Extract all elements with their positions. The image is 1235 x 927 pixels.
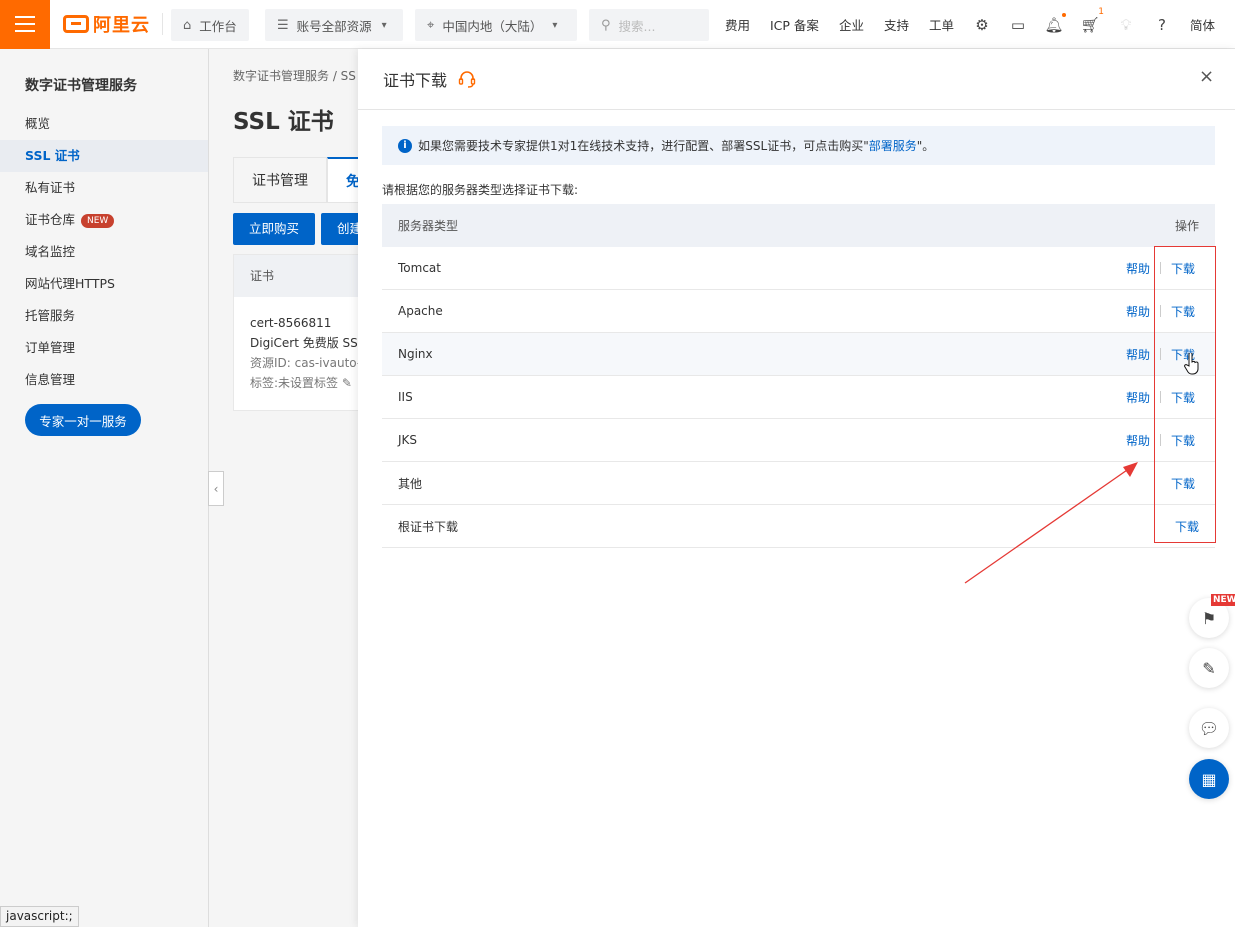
buy-now-button[interactable]: 立即购买 (233, 213, 316, 245)
left-sidebar: 数字证书管理服务 概览 SSL 证书 私有证书 证书仓库 NEW 域名监控 网站代… (0, 49, 209, 927)
chevron-left-icon: ‹ (213, 481, 219, 496)
cert-tag-text: 标签:未设置标签 (250, 376, 339, 390)
help-link[interactable]: 帮助 (1126, 346, 1150, 363)
top-right-links: 费用 ICP 备案 企业 支持 工单 ⚙ ▭ 🔔︎ 🛒︎ 1 💡︎ ? 简体 (725, 0, 1235, 49)
table-row-tomcat: Tomcat 帮助 下载 (382, 247, 1215, 290)
aliyun-logo-icon (63, 15, 89, 33)
lightbulb-icon[interactable]: 💡︎ (1118, 16, 1134, 34)
edit-pencil-icon[interactable]: ✎ (342, 376, 352, 390)
table-row-nginx: Nginx 帮助 下载 (382, 333, 1215, 376)
server-name: Nginx (398, 347, 433, 361)
cert-download-drawer: 证书下载 × i 如果您需要技术专家提供1对1在线技术支持，进行配置、部署SSL… (358, 49, 1235, 927)
terminal-icon[interactable]: ▭ (1010, 16, 1026, 34)
table-row-iis: IIS 帮助 下载 (382, 376, 1215, 419)
notice-prefix: 如果您需要技术专家提供1对1在线技术支持，进行配置、部署SSL证书，可点击购买" (418, 139, 869, 153)
drawer-title: 证书下载 (383, 71, 448, 90)
server-name: Apache (398, 304, 443, 318)
sidebar-item-domain-monitor[interactable]: 域名监控 (0, 236, 208, 268)
breadcrumb[interactable]: 数字证书管理服务 / SS (233, 67, 356, 84)
table-row-apache: Apache 帮助 下载 (382, 290, 1215, 333)
page-title: SSL 证书 (233, 109, 334, 135)
sidebar-item-overview[interactable]: 概览 (0, 108, 208, 140)
hand-cursor-icon (1184, 353, 1199, 375)
pencil-icon: ✎ (1202, 658, 1216, 678)
apps-grid-icon: ▦ (1201, 769, 1217, 789)
annotation-highlight-box (1154, 246, 1216, 543)
sidebar-item-label: 证书仓库 (25, 212, 76, 227)
top-link-support[interactable]: 支持 (884, 15, 909, 34)
chevron-down-icon: ▾ (381, 19, 387, 31)
flag-icon: ⚑ (1201, 608, 1217, 628)
expert-service-button[interactable]: 专家一对一服务 (25, 404, 141, 436)
help-circle-icon[interactable]: ? (1154, 16, 1170, 34)
table-header: 服务器类型 操作 (382, 204, 1215, 247)
chevron-down-icon: ▾ (552, 19, 558, 31)
top-link-billing[interactable]: 费用 (725, 15, 750, 34)
home-icon: ⌂ (183, 17, 192, 33)
sidebar-item-info[interactable]: 信息管理 (0, 364, 208, 396)
column-server-type: 服务器类型 (398, 219, 459, 233)
cart-icon[interactable]: 🛒︎ 1 (1080, 7, 1104, 34)
top-navbar: 阿里云 ⌂ 工作台 ☰ 账号全部资源 ▾ ⌖ 中国内地（大陆） ▾ ⚲ 搜索..… (0, 0, 1235, 49)
drawer-header: 证书下载 (358, 49, 1235, 110)
info-icon: i (398, 138, 412, 153)
bell-icon[interactable]: 🔔︎ (1044, 12, 1066, 34)
headset-support-icon[interactable] (457, 69, 477, 89)
server-name: IIS (398, 390, 413, 404)
help-link[interactable]: 帮助 (1126, 303, 1150, 320)
resource-group-selector[interactable]: ☰ 账号全部资源 ▾ (265, 9, 403, 41)
top-link-enterprise[interactable]: 企业 (839, 15, 864, 34)
search-icon: ⚲ (601, 17, 611, 33)
close-icon[interactable]: × (1199, 68, 1214, 86)
status-bar-url: javascript:; (0, 906, 79, 927)
column-action: 操作 (1174, 219, 1199, 233)
annotation-arrow (964, 462, 1138, 584)
server-name: JKS (398, 433, 418, 447)
choose-server-label: 请根据您的服务器类型选择证书下载: (382, 183, 579, 197)
sidebar-item-https-proxy[interactable]: 网站代理HTTPS (0, 268, 208, 300)
notification-dot (1061, 12, 1066, 17)
location-pin-icon: ⌖ (427, 17, 435, 33)
server-name: Tomcat (398, 261, 441, 275)
notice-suffix: "。 (916, 139, 935, 153)
chat-button[interactable]: 💬︎ (1189, 708, 1229, 748)
sidebar-collapse-handle[interactable]: ‹ (208, 471, 224, 506)
aliyun-logo[interactable]: 阿里云 (63, 13, 163, 36)
hamburger-menu-icon[interactable] (0, 0, 50, 49)
deploy-service-link[interactable]: 部署服务 (869, 139, 917, 153)
top-link-ticket[interactable]: 工单 (929, 15, 954, 34)
new-badge: NEW (81, 213, 115, 228)
help-link[interactable]: 帮助 (1126, 260, 1150, 277)
sidebar-title: 数字证书管理服务 (25, 78, 137, 94)
sidebar-item-private-cert[interactable]: 私有证书 (0, 172, 208, 204)
api-icon[interactable]: ⚙ (974, 16, 990, 34)
notice-text: 如果您需要技术专家提供1对1在线技术支持，进行配置、部署SSL证书，可点击购买"… (418, 137, 934, 154)
server-stack-icon: ☰ (277, 17, 289, 33)
sidebar-item-cert-repo[interactable]: 证书仓库 NEW (0, 204, 208, 236)
help-link[interactable]: 帮助 (1126, 432, 1150, 449)
sidebar-item-ssl[interactable]: SSL 证书 (0, 140, 208, 172)
top-link-icp[interactable]: ICP 备案 (770, 15, 819, 34)
workbench-button[interactable]: ⌂ 工作台 (171, 9, 249, 41)
info-notice: i 如果您需要技术专家提供1对1在线技术支持，进行配置、部署SSL证书，可点击购… (382, 126, 1215, 165)
apps-grid-button[interactable]: ▦ (1189, 759, 1229, 799)
new-tag: NEW (1211, 594, 1235, 606)
language-switch[interactable]: 简体 (1190, 15, 1215, 34)
sidebar-item-orders[interactable]: 订单管理 (0, 332, 208, 364)
tab-cert-management[interactable]: 证书管理 (233, 157, 327, 203)
search-input[interactable]: ⚲ 搜索... (589, 9, 709, 41)
edit-note-button[interactable]: ✎ (1189, 648, 1229, 688)
sidebar-item-managed[interactable]: 托管服务 (0, 300, 208, 332)
region-selector[interactable]: ⌖ 中国内地（大陆） ▾ (415, 9, 577, 41)
chat-bubble-icon: 💬︎ (1198, 718, 1220, 738)
help-link[interactable]: 帮助 (1126, 389, 1150, 406)
